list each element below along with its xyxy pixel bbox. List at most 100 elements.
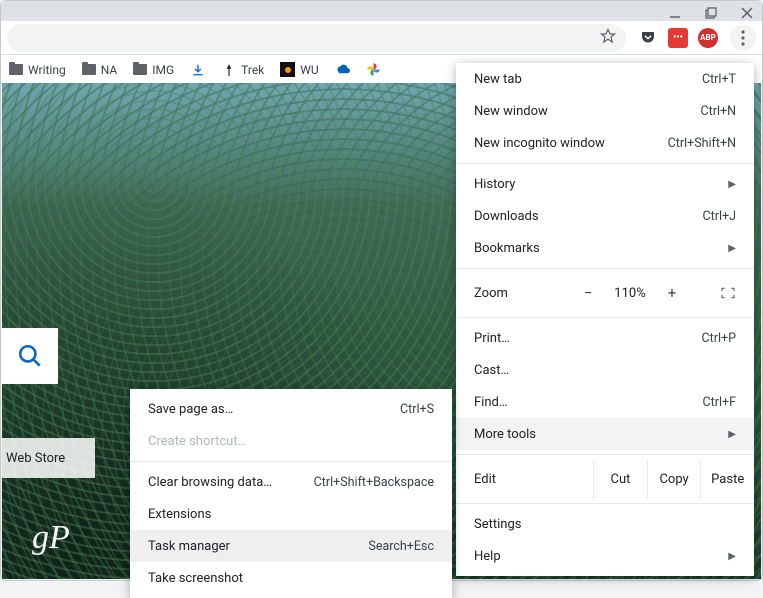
submenu-shortcut: Ctrl+S: [400, 402, 434, 417]
menu-separator: [456, 163, 754, 164]
submenu-save-page[interactable]: Save page as…Ctrl+S: [130, 393, 452, 425]
menu-help[interactable]: Help▶: [456, 540, 754, 572]
submenu-shortcut: Ctrl+Shift+Backspace: [314, 475, 434, 490]
menu-edit-row: Edit Cut Copy Paste: [456, 459, 754, 499]
lastpass-extension-icon[interactable]: •••: [668, 28, 688, 48]
edit-cut-button[interactable]: Cut: [593, 459, 647, 499]
menu-downloads[interactable]: Downloads Ctrl+J: [456, 200, 754, 232]
bookmark-label: WU: [300, 63, 318, 77]
menu-shortcut: Ctrl+T: [702, 72, 736, 87]
submenu-arrow-icon: ▶: [728, 179, 736, 190]
menu-label: Help: [474, 549, 501, 564]
bookmark-wu[interactable]: WU: [280, 62, 318, 77]
submenu-create-shortcut: Create shortcut…: [130, 425, 452, 457]
menu-settings[interactable]: Settings: [456, 508, 754, 540]
menu-history[interactable]: History▶: [456, 168, 754, 200]
menu-label: More tools: [474, 427, 536, 442]
submenu-label: Extensions: [148, 507, 211, 522]
fullscreen-button[interactable]: [702, 286, 736, 300]
zoom-out-button[interactable]: −: [584, 284, 593, 302]
menu-label: New window: [474, 104, 548, 119]
window-titlebar: [1, 1, 762, 21]
menu-more-tools[interactable]: More tools ▶: [456, 418, 754, 450]
bookmark-trek[interactable]: Trek: [221, 62, 264, 77]
menu-label: Downloads: [474, 209, 539, 224]
edit-paste-button[interactable]: Paste: [700, 459, 754, 499]
main-menu: New tab Ctrl+T New window Ctrl+N New incog…: [456, 63, 754, 576]
menu-shortcut: Ctrl+F: [702, 395, 736, 410]
zoom-in-button[interactable]: +: [668, 284, 677, 302]
menu-label: Bookmarks: [474, 241, 540, 256]
search-icon: [17, 343, 43, 369]
bookmark-folder-na[interactable]: NA: [82, 63, 118, 77]
bookmark-label: Trek: [241, 63, 264, 77]
menu-incognito[interactable]: New incognito window Ctrl+Shift+N: [456, 127, 754, 159]
submenu-label: Task manager: [148, 539, 230, 554]
pocket-extension-icon[interactable]: [638, 28, 658, 48]
menu-label: Cast…: [474, 363, 509, 378]
bookmark-folder-img[interactable]: IMG: [133, 63, 174, 77]
submenu-label: Clear browsing data…: [148, 475, 272, 490]
submenu-clear-data[interactable]: Clear browsing data… Ctrl+Shift+Backspace: [130, 466, 452, 498]
submenu-arrow-icon: ▶: [728, 429, 736, 440]
web-store-label: Web Store: [6, 451, 65, 466]
menu-zoom-row: Zoom − 110% +: [456, 273, 754, 313]
wu-icon: [280, 62, 295, 77]
browser-toolbar: ••• ABP: [1, 21, 762, 55]
zoom-value: 110%: [614, 286, 645, 301]
menu-separator: [456, 317, 754, 318]
submenu-label: Take screenshot: [148, 571, 243, 586]
menu-new-tab[interactable]: New tab Ctrl+T: [456, 63, 754, 95]
bookmark-photos[interactable]: [366, 62, 381, 77]
submenu-label: Create shortcut…: [148, 434, 246, 449]
bookmark-folder-writing[interactable]: Writing: [9, 63, 66, 77]
folder-icon: [133, 64, 147, 75]
edit-copy-button[interactable]: Copy: [647, 459, 701, 499]
submenu-extensions[interactable]: Extensions: [130, 498, 452, 530]
web-store-tile[interactable]: Web Store: [2, 438, 95, 478]
submenu-screenshot[interactable]: Take screenshot: [130, 562, 452, 594]
menu-label: Zoom: [474, 286, 558, 301]
menu-separator: [456, 268, 754, 269]
menu-new-window[interactable]: New window Ctrl+N: [456, 95, 754, 127]
menu-label: Print…: [474, 331, 510, 346]
menu-shortcut: Ctrl+P: [702, 331, 736, 346]
photos-icon: [366, 62, 381, 77]
menu-bookmarks[interactable]: Bookmarks ▶: [456, 232, 754, 264]
menu-label: Settings: [474, 517, 521, 532]
menu-find[interactable]: Find… Ctrl+F: [456, 386, 754, 418]
bookmark-label: IMG: [152, 63, 174, 77]
submenu-arrow-icon: ▶: [728, 243, 736, 254]
menu-label: New tab: [474, 72, 522, 87]
close-button[interactable]: [740, 6, 754, 20]
minimize-button[interactable]: [668, 6, 682, 20]
bookmark-label: Writing: [28, 63, 66, 77]
bookmark-label: NA: [101, 63, 118, 77]
onedrive-icon: [335, 62, 350, 77]
extension-icons: ••• ABP: [632, 28, 724, 48]
folder-icon: [9, 64, 23, 75]
menu-label: Edit: [474, 472, 593, 487]
menu-cast[interactable]: Cast…: [456, 354, 754, 386]
bookmark-onedrive[interactable]: [335, 62, 350, 77]
menu-shortcut: Ctrl+N: [700, 104, 736, 119]
menu-print[interactable]: Print… Ctrl+P: [456, 322, 754, 354]
folder-icon: [82, 64, 96, 75]
menu-shortcut: Ctrl+J: [703, 209, 737, 224]
download-icon: [190, 62, 205, 77]
submenu-task-manager[interactable]: Task manager Search+Esc: [130, 530, 452, 562]
gp-watermark: gP: [32, 519, 70, 557]
menu-label: Find…: [474, 395, 508, 410]
bookmark-star-icon[interactable]: [600, 28, 616, 48]
menu-label: New incognito window: [474, 136, 605, 151]
bookmark-download[interactable]: [190, 62, 205, 77]
menu-separator: [456, 454, 754, 455]
search-tile[interactable]: [2, 328, 58, 384]
menu-separator: [456, 503, 754, 504]
submenu-shortcut: Search+Esc: [368, 539, 434, 554]
maximize-button[interactable]: [704, 6, 718, 20]
menu-shortcut: Ctrl+Shift+N: [668, 136, 736, 151]
main-menu-button[interactable]: [730, 25, 756, 51]
adblock-extension-icon[interactable]: ABP: [698, 28, 718, 48]
omnibox[interactable]: [7, 24, 626, 52]
